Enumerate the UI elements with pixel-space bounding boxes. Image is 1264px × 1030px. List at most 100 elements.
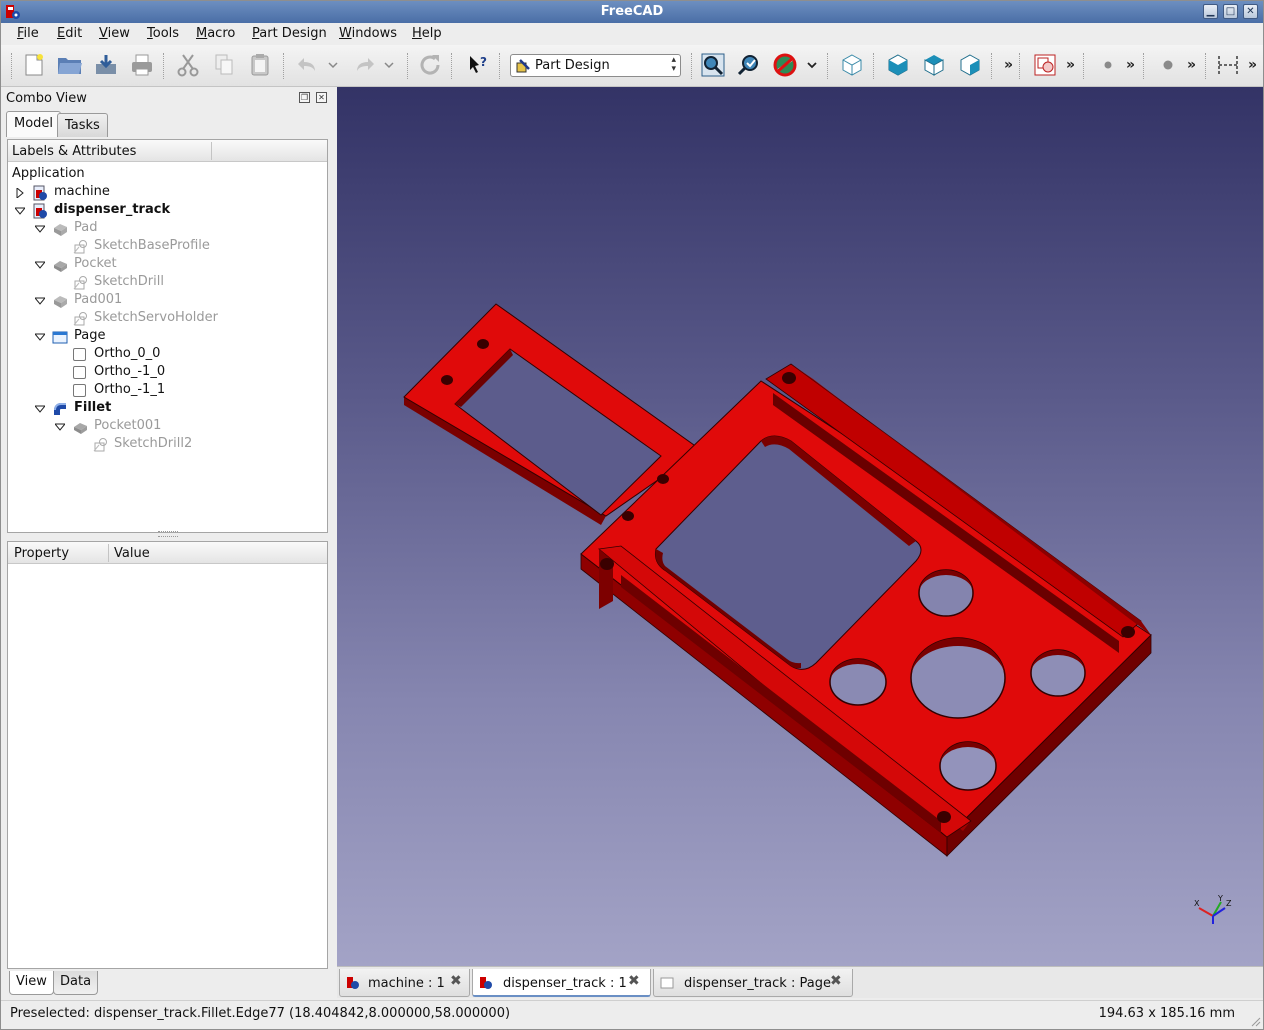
doc-tab-label: dispenser_track : Page (684, 976, 831, 991)
collapse-arrow-icon[interactable] (35, 224, 45, 234)
toolbar-extension-button[interactable]: » (1066, 57, 1075, 73)
minimize-button[interactable]: ▁ (1203, 4, 1218, 19)
tree-item[interactable]: Ortho_0_0 (12, 346, 322, 364)
collapse-arrow-icon[interactable] (35, 296, 45, 306)
header-divider[interactable] (211, 142, 212, 160)
tree-item[interactable]: SketchDrill2 (12, 436, 322, 454)
tab-tasks[interactable]: Tasks (57, 113, 108, 137)
toolbar-extension-button[interactable]: » (1187, 57, 1196, 73)
tree-item[interactable]: Ortho_-1_0 (12, 364, 322, 382)
tree-item[interactable]: machine (12, 184, 322, 202)
toolbar-separator (451, 53, 453, 79)
float-panel-icon[interactable]: ❐ (299, 92, 310, 103)
tab-model[interactable]: Model (6, 111, 62, 137)
view-checkbox-icon[interactable] (73, 384, 86, 397)
drawing-icon[interactable] (1030, 51, 1060, 79)
right-view-icon[interactable] (955, 51, 985, 79)
tree-item[interactable]: dispenser_track (12, 202, 322, 220)
view-checkbox-icon[interactable] (73, 366, 86, 379)
workbench-selector[interactable]: Part Design ▴ ▾ (510, 54, 681, 77)
close-tab-icon[interactable]: ✖ (830, 974, 844, 988)
tree-item[interactable]: Pad (12, 220, 322, 238)
tree-item-label: Ortho_-1_1 (94, 382, 166, 397)
3d-viewport[interactable]: X Y Z (337, 87, 1263, 966)
toolbar-extension-button[interactable]: » (1248, 57, 1257, 73)
menu-tools[interactable]: Tools (147, 26, 179, 41)
front-view-icon[interactable] (883, 51, 913, 79)
close-button[interactable]: ✕ (1243, 4, 1258, 19)
refresh-icon[interactable] (415, 51, 445, 79)
maximize-button[interactable]: □ (1223, 4, 1238, 19)
fit-all-icon[interactable] (698, 51, 728, 79)
property-column-header[interactable]: Property (14, 546, 69, 561)
collapse-arrow-icon[interactable] (35, 404, 45, 414)
fit-selection-icon[interactable] (734, 51, 764, 79)
close-panel-icon[interactable]: ✕ (316, 92, 327, 103)
combo-view-title: Combo View (6, 91, 87, 106)
doc-tab-label: machine : 1 (368, 976, 445, 991)
tree-item[interactable]: Pad001 (12, 292, 322, 310)
menu-file[interactable]: File (17, 26, 39, 41)
paste-icon[interactable] (245, 51, 275, 79)
sketch-icon[interactable] (1153, 51, 1183, 79)
tree-item[interactable]: Ortho_-1_1 (12, 382, 322, 400)
open-file-icon[interactable] (55, 51, 85, 79)
menu-windows[interactable]: Windows (339, 26, 397, 41)
cut-icon[interactable] (173, 51, 203, 79)
tree-root-label: Application (12, 166, 85, 181)
point-icon[interactable] (1093, 51, 1123, 79)
new-file-icon[interactable] (19, 51, 49, 79)
tree-item[interactable]: Pocket001 (12, 418, 322, 436)
undo-dropdown-icon[interactable] (323, 51, 343, 79)
tab-view[interactable]: View (9, 971, 54, 995)
collapse-arrow-icon[interactable] (55, 422, 65, 432)
menu-part-design[interactable]: Part Design (252, 26, 327, 41)
view-checkbox-icon[interactable] (73, 348, 86, 361)
redo-dropdown-icon[interactable] (379, 51, 399, 79)
resize-grip-icon[interactable] (1249, 1015, 1261, 1027)
toolbar-grip[interactable] (11, 53, 13, 79)
close-tab-icon[interactable]: ✖ (450, 974, 464, 988)
tree-item[interactable]: Pocket (12, 256, 322, 274)
menu-bar: File Edit View Tools Macro Part Design W… (1, 23, 1263, 45)
collapse-arrow-icon[interactable] (35, 260, 45, 270)
toolbar-extension-button[interactable]: » (1126, 57, 1135, 73)
undo-icon[interactable] (293, 51, 323, 79)
tree-item-label: Pad (74, 220, 98, 235)
close-tab-icon[interactable]: ✖ (628, 974, 642, 988)
menu-macro[interactable]: Macro (196, 26, 235, 41)
header-divider[interactable] (108, 544, 109, 562)
save-icon[interactable] (91, 51, 121, 79)
expand-arrow-icon[interactable] (15, 188, 25, 198)
doc-tab-dispenser-track-page[interactable]: dispenser_track : Page ✖ (653, 969, 853, 997)
splitter-handle[interactable] (158, 531, 178, 537)
tree-item[interactable]: Fillet (12, 400, 322, 418)
print-icon[interactable] (127, 51, 157, 79)
menu-view[interactable]: View (99, 26, 130, 41)
tree-item-label: Pocket (74, 256, 117, 271)
isometric-view-icon[interactable] (837, 51, 867, 79)
doc-tab-machine[interactable]: machine : 1 ✖ (339, 969, 470, 997)
pad-icon (54, 224, 67, 236)
toolbar-extension-button[interactable]: » (1004, 57, 1013, 73)
tab-data[interactable]: Data (53, 971, 99, 995)
dispenser-track-model[interactable] (337, 87, 1263, 966)
collapse-arrow-icon[interactable] (35, 332, 45, 342)
top-view-icon[interactable] (919, 51, 949, 79)
whats-this-icon[interactable]: ? (463, 51, 493, 79)
doc-tab-dispenser-track[interactable]: dispenser_track : 1 ✖ (472, 969, 651, 997)
draw-style-dropdown-icon[interactable] (801, 51, 823, 79)
tree-item[interactable]: SketchDrill (12, 274, 322, 292)
tree-item[interactable]: SketchBaseProfile (12, 238, 322, 256)
value-column-header[interactable]: Value (114, 546, 150, 561)
menu-edit[interactable]: Edit (57, 26, 82, 41)
copy-icon[interactable] (209, 51, 239, 79)
collapse-arrow-icon[interactable] (15, 206, 25, 216)
tree-item[interactable]: Page (12, 328, 322, 346)
redo-icon[interactable] (349, 51, 379, 79)
draw-style-icon[interactable] (770, 51, 800, 79)
sketch-icon (93, 438, 107, 452)
tree-item[interactable]: SketchServoHolder (12, 310, 322, 328)
menu-help[interactable]: Help (412, 26, 442, 41)
measure-icon[interactable] (1213, 51, 1243, 79)
